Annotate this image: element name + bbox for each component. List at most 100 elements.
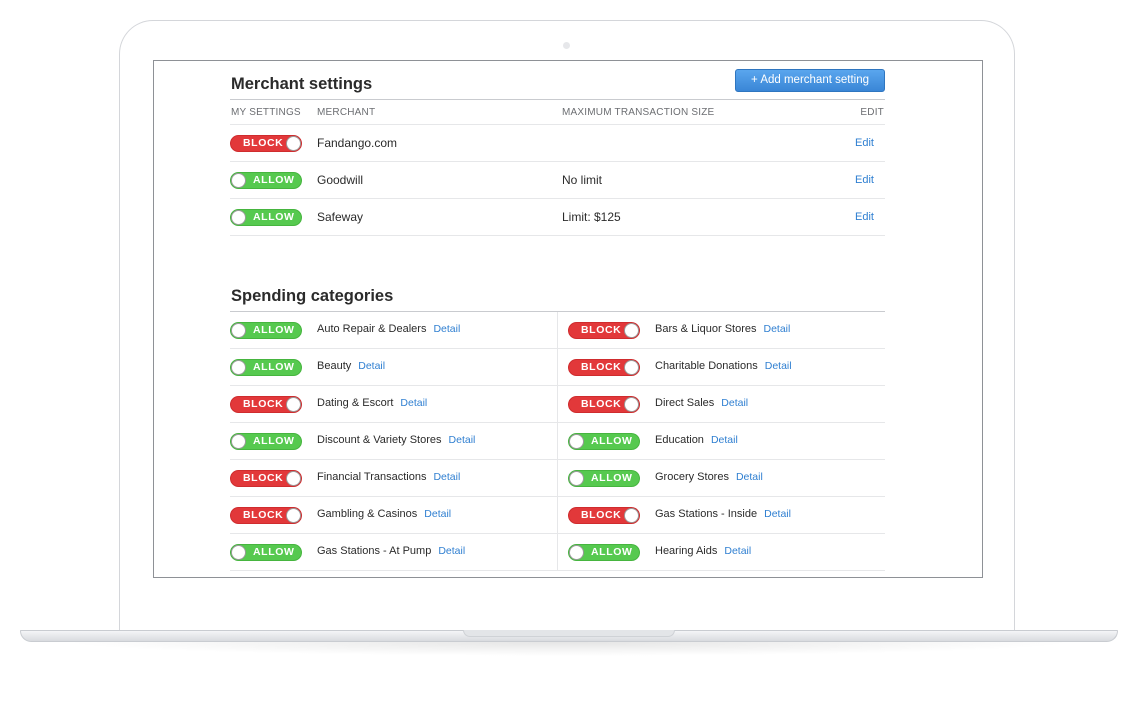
toggle-knob	[569, 434, 584, 449]
toggle-knob	[569, 545, 584, 560]
category-item: ALLOW Hearing Aids Detail	[557, 534, 885, 571]
toggle-label: ALLOW	[253, 324, 295, 336]
toggle-label: ALLOW	[591, 472, 633, 484]
category-name: Charitable Donations	[655, 360, 758, 372]
toggle-knob	[231, 434, 246, 449]
merchant-name: Goodwill	[317, 173, 364, 187]
category-item: BLOCK Gambling & Casinos Detail	[230, 497, 557, 534]
toggle-label: BLOCK	[581, 324, 622, 336]
category-label: Beauty Detail	[317, 360, 385, 372]
category-item: BLOCK Financial Transactions Detail	[230, 460, 557, 497]
toggle-label: ALLOW	[591, 546, 633, 558]
detail-link[interactable]: Detail	[438, 545, 465, 557]
category-item: BLOCK Direct Sales Detail	[557, 386, 885, 423]
merchant-row: ALLOW Safeway Limit: $125 Edit	[230, 199, 885, 236]
allow-toggle[interactable]: ALLOW	[568, 470, 640, 487]
detail-link[interactable]: Detail	[764, 323, 791, 335]
detail-link[interactable]: Detail	[358, 360, 385, 372]
detail-link[interactable]: Detail	[724, 545, 751, 557]
block-toggle[interactable]: BLOCK	[568, 507, 640, 524]
toggle-label: ALLOW	[253, 435, 295, 447]
toggle-label: BLOCK	[243, 398, 284, 410]
category-label: Gambling & Casinos Detail	[317, 508, 451, 520]
allow-toggle[interactable]: ALLOW	[230, 172, 302, 189]
category-name: Beauty	[317, 360, 352, 372]
category-label: Grocery Stores Detail	[655, 471, 763, 483]
category-name: Financial Transactions	[317, 471, 427, 483]
toggle-knob	[231, 173, 246, 188]
merchant-name: Safeway	[317, 210, 364, 224]
add-merchant-setting-button[interactable]: + Add merchant setting	[735, 69, 885, 92]
category-label: Discount & Variety Stores Detail	[317, 434, 475, 446]
category-name: Direct Sales	[655, 397, 715, 409]
col-merchant: MERCHANT	[317, 107, 376, 118]
category-name: Gas Stations - Inside	[655, 508, 758, 520]
category-name: Dating & Escort	[317, 397, 394, 409]
toggle-label: BLOCK	[581, 398, 622, 410]
category-name: Auto Repair & Dealers	[317, 323, 427, 335]
allow-toggle[interactable]: ALLOW	[230, 322, 302, 339]
detail-link[interactable]: Detail	[721, 397, 748, 409]
block-toggle[interactable]: BLOCK	[230, 396, 302, 413]
detail-link[interactable]: Detail	[424, 508, 451, 520]
allow-toggle[interactable]: ALLOW	[568, 544, 640, 561]
merchant-row: BLOCK Fandango.com Edit	[230, 125, 885, 162]
toggle-knob	[231, 545, 246, 560]
toggle-label: ALLOW	[591, 435, 633, 447]
edit-link[interactable]: Edit	[855, 211, 874, 223]
toggle-label: ALLOW	[253, 361, 295, 373]
allow-toggle[interactable]: ALLOW	[230, 433, 302, 450]
toggle-knob	[231, 210, 246, 225]
detail-link[interactable]: Detail	[764, 508, 791, 520]
detail-link[interactable]: Detail	[433, 471, 460, 483]
category-item: BLOCK Dating & Escort Detail	[230, 386, 557, 423]
category-label: Hearing Aids Detail	[655, 545, 751, 557]
block-toggle[interactable]: BLOCK	[568, 359, 640, 376]
category-item: BLOCK Gas Stations - Inside Detail	[557, 497, 885, 534]
category-item: ALLOW Education Detail	[557, 423, 885, 460]
toggle-label: ALLOW	[253, 546, 295, 558]
category-item: ALLOW Discount & Variety Stores Detail	[230, 423, 557, 460]
category-item: BLOCK Charitable Donations Detail	[557, 349, 885, 386]
category-label: Charitable Donations Detail	[655, 360, 792, 372]
category-label: Education Detail	[655, 434, 738, 446]
toggle-knob	[286, 136, 301, 151]
detail-link[interactable]: Detail	[400, 397, 427, 409]
allow-toggle[interactable]: ALLOW	[230, 544, 302, 561]
merchant-row: ALLOW Goodwill No limit Edit	[230, 162, 885, 199]
merchant-table-header: MY SETTINGS MERCHANT MAXIMUM TRANSACTION…	[230, 100, 885, 125]
detail-link[interactable]: Detail	[433, 323, 460, 335]
allow-toggle[interactable]: ALLOW	[230, 359, 302, 376]
category-label: Direct Sales Detail	[655, 397, 748, 409]
category-label: Gas Stations - At Pump Detail	[317, 545, 465, 557]
allow-toggle[interactable]: ALLOW	[230, 209, 302, 226]
toggle-label: BLOCK	[581, 509, 622, 521]
detail-link[interactable]: Detail	[736, 471, 763, 483]
spending-categories-title: Spending categories	[231, 287, 394, 305]
category-label: Auto Repair & Dealers Detail	[317, 323, 460, 335]
toggle-label: ALLOW	[253, 174, 295, 186]
category-label: Bars & Liquor Stores Detail	[655, 323, 790, 335]
block-toggle[interactable]: BLOCK	[230, 135, 302, 152]
toggle-label: BLOCK	[243, 137, 284, 149]
allow-toggle[interactable]: ALLOW	[568, 433, 640, 450]
toggle-knob	[231, 360, 246, 375]
edit-link[interactable]: Edit	[855, 174, 874, 186]
category-name: Bars & Liquor Stores	[655, 323, 757, 335]
block-toggle[interactable]: BLOCK	[230, 507, 302, 524]
category-label: Dating & Escort Detail	[317, 397, 427, 409]
col-max-transaction-size: MAXIMUM TRANSACTION SIZE	[562, 107, 715, 118]
merchant-table-body: BLOCK Fandango.com Edit ALLOW Goodwill No lim…	[230, 125, 885, 236]
toggle-label: BLOCK	[243, 509, 284, 521]
toggle-knob	[624, 508, 639, 523]
detail-link[interactable]: Detail	[711, 434, 738, 446]
block-toggle[interactable]: BLOCK	[230, 470, 302, 487]
detail-link[interactable]: Detail	[449, 434, 476, 446]
category-label: Gas Stations - Inside Detail	[655, 508, 791, 520]
laptop-notch	[463, 630, 675, 637]
block-toggle[interactable]: BLOCK	[568, 396, 640, 413]
detail-link[interactable]: Detail	[765, 360, 792, 372]
edit-link[interactable]: Edit	[855, 137, 874, 149]
settings-content: Merchant settings + Add merchant setting…	[230, 61, 885, 571]
block-toggle[interactable]: BLOCK	[568, 322, 640, 339]
